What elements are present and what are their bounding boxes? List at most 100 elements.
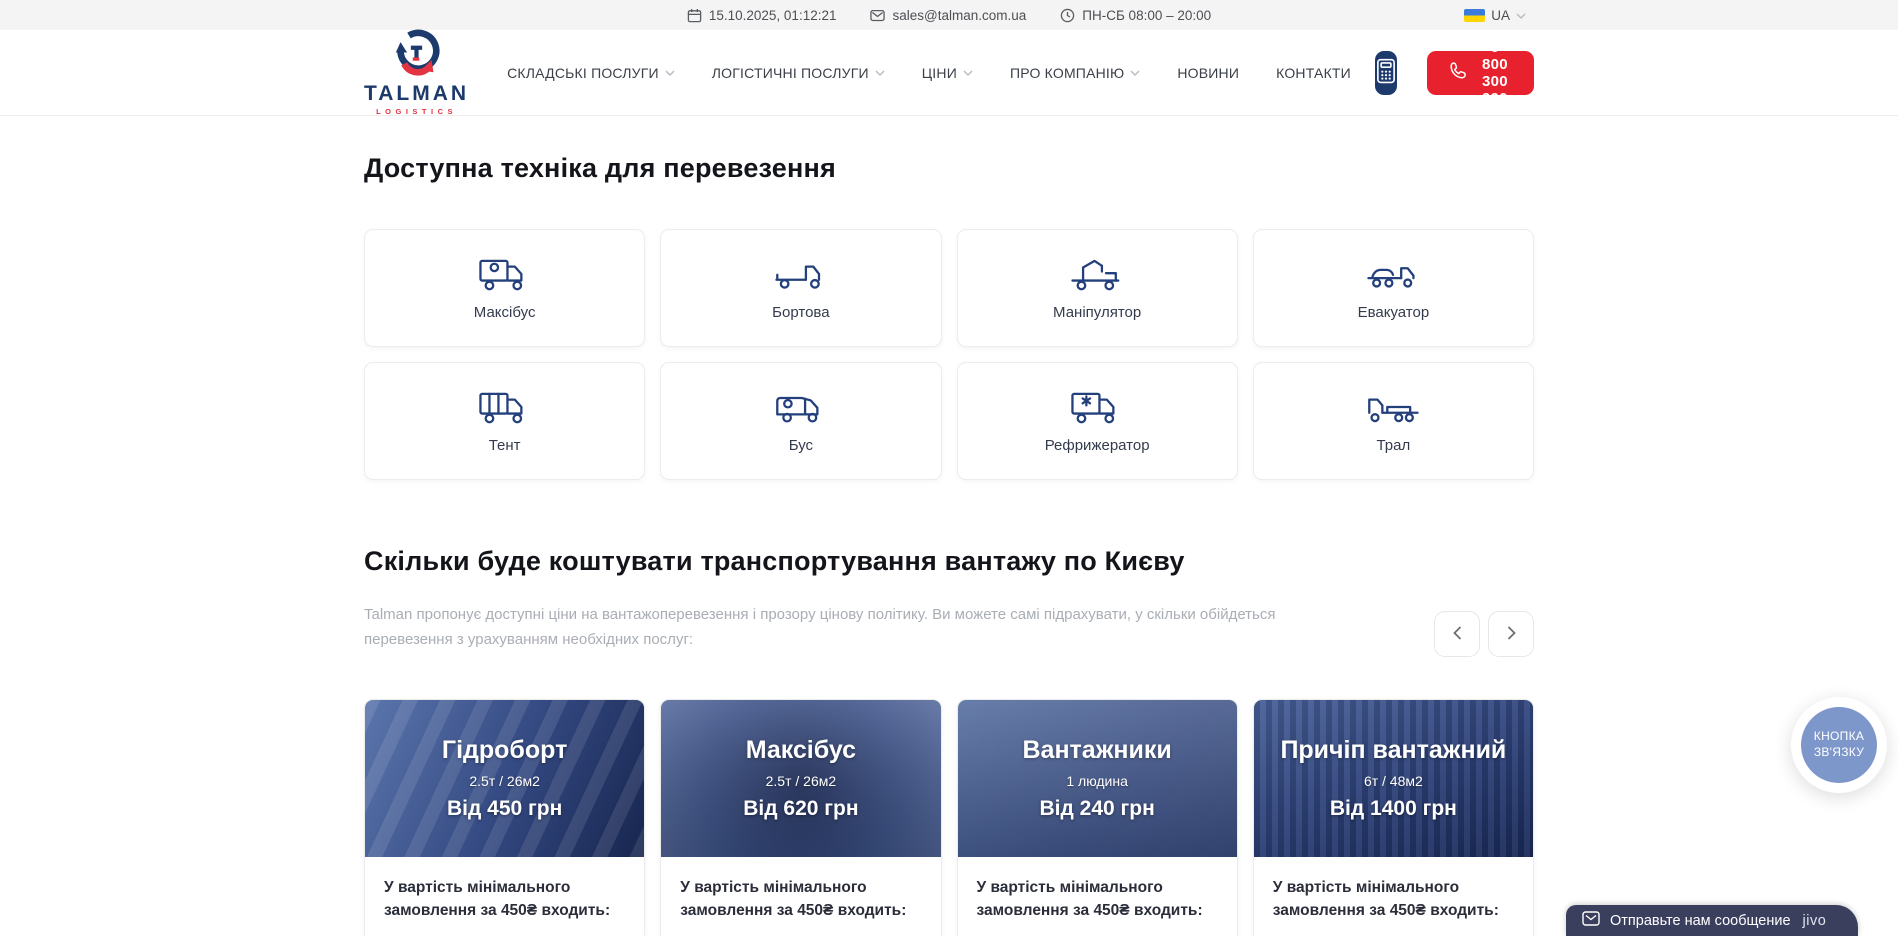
chat-message-label: Отправьте нам сообщение	[1610, 913, 1791, 929]
vehicle-card[interactable]: Тент	[364, 362, 645, 480]
topbar-email[interactable]: sales@talman.com.ua	[870, 8, 1026, 23]
pricing-card-price: Від 240 грн	[1039, 797, 1154, 821]
pricing-card[interactable]: Гідроборт 2.5т / 26м2 Від 450 грн У варт…	[364, 699, 645, 936]
pricing-card-note: У вартість мінімального замовлення за 45…	[1273, 876, 1514, 923]
pricing-card-photo: Гідроборт 2.5т / 26м2 Від 450 грн	[365, 700, 644, 857]
pricing-card-spec: 1 людина	[1066, 773, 1128, 789]
chevron-down-icon	[665, 70, 675, 76]
topbar-datetime-label: 15.10.2025, 01:12:21	[709, 8, 837, 23]
vehicle-card-label: Маніпулятор	[1053, 304, 1141, 321]
main-content: Доступна техніка для перевезення Максібу…	[364, 115, 1534, 936]
pricing-card-spec: 2.5т / 26м2	[766, 773, 837, 789]
chat-widget-bar[interactable]: Отправьте нам сообщение jivo	[1566, 905, 1858, 936]
logo-subtitle: LOGISTICS	[376, 107, 457, 116]
pricing-card[interactable]: Вантажники 1 людина Від 240 грн У вартіс…	[957, 699, 1238, 936]
vehicle-card[interactable]: Рефрижератор	[957, 362, 1238, 480]
main-nav: СКЛАДСЬКІ ПОСЛУГИ ЛОГІСТИЧНІ ПОСЛУГИ ЦІН…	[507, 65, 1351, 81]
vehicle-card-label: Максібус	[474, 304, 536, 321]
tow-truck-icon	[1366, 255, 1420, 293]
nav-item-новини[interactable]: НОВИНИ	[1177, 65, 1239, 81]
phone-icon	[1449, 61, 1468, 84]
chevron-down-icon	[1516, 13, 1526, 19]
topbar: 15.10.2025, 01:12:21 sales@talman.com.ua…	[0, 0, 1898, 30]
pricing-card-note: У вартість мінімального замовлення за 45…	[680, 876, 921, 923]
chevron-down-icon	[1130, 70, 1140, 76]
phone-button[interactable]: 0 800 300 990	[1427, 51, 1534, 95]
box-truck-icon	[478, 255, 532, 293]
vehicle-card[interactable]: Трал	[1253, 362, 1534, 480]
calculator-button[interactable]	[1375, 51, 1397, 95]
fridge-truck-icon	[1070, 388, 1124, 426]
contact-bubble-label: КНОПКАЗВ'ЯЗКУ	[1801, 707, 1877, 783]
calendar-icon	[687, 8, 702, 23]
pricing-carousel-controls	[1434, 611, 1534, 657]
ukraine-flag-icon	[1464, 9, 1485, 22]
carousel-next-button[interactable]	[1488, 611, 1534, 657]
jivo-logo: jivo	[1803, 913, 1827, 929]
nav-item-про-компанію[interactable]: ПРО КОМПАНІЮ	[1010, 65, 1140, 81]
envelope-icon	[1582, 911, 1600, 931]
clock-icon	[1060, 8, 1075, 23]
trailer-truck-icon	[1366, 388, 1420, 426]
chevron-down-icon	[963, 70, 973, 76]
logo[interactable]: TALMAN LOGISTICS	[364, 29, 469, 116]
phone-number-label: 0 800 300 990	[1478, 39, 1512, 107]
pricing-card-spec: 6т / 48м2	[1364, 773, 1423, 789]
pricing-description: Talman пропонує доступні ціни на вантажо…	[364, 603, 1294, 653]
van-icon	[774, 388, 828, 426]
pricing-card[interactable]: Причіп вантажний 6т / 48м2 Від 1400 грн …	[1253, 699, 1534, 936]
vehicle-card[interactable]: Маніпулятор	[957, 229, 1238, 347]
pricing-card-name: Вантажники	[1022, 736, 1171, 765]
pricing-card-price: Від 620 грн	[743, 797, 858, 821]
vehicle-card-label: Рефрижератор	[1045, 437, 1150, 454]
vehicles-section-title: Доступна техніка для перевезення	[364, 115, 1534, 184]
flatbed-truck-icon	[774, 255, 828, 293]
vehicle-card-label: Бус	[789, 437, 813, 454]
vehicle-card[interactable]: Евакуатор	[1253, 229, 1534, 347]
envelope-icon	[870, 8, 885, 23]
topbar-hours: ПН-СБ 08:00 – 20:00	[1060, 8, 1211, 23]
pricing-card-note: У вартість мінімального замовлення за 45…	[384, 876, 625, 923]
logo-title: TALMAN	[364, 83, 469, 104]
nav-item-контакти[interactable]: КОНТАКТИ	[1276, 65, 1351, 81]
vehicle-cards-grid: Максібус Бортова Маніпулятор Евакуатор Т…	[364, 229, 1534, 480]
carousel-prev-button[interactable]	[1434, 611, 1480, 657]
pricing-card-photo: Вантажники 1 людина Від 240 грн	[958, 700, 1237, 857]
tent-truck-icon	[478, 388, 532, 426]
pricing-card-spec: 2.5т / 26м2	[469, 773, 540, 789]
pricing-section-title: Скільки буде коштувати транспортування в…	[364, 546, 1534, 577]
header: TALMAN LOGISTICS СКЛАДСЬКІ ПОСЛУГИ ЛОГІС…	[0, 30, 1898, 115]
pricing-card-name: Причіп вантажний	[1280, 736, 1506, 765]
pricing-card-name: Гідроборт	[442, 736, 567, 765]
pricing-card-photo: Причіп вантажний 6т / 48м2 Від 1400 грн	[1254, 700, 1533, 857]
vehicle-card[interactable]: Максібус	[364, 229, 645, 347]
topbar-datetime: 15.10.2025, 01:12:21	[687, 8, 837, 23]
language-picker[interactable]: UA	[1464, 0, 1526, 30]
pricing-card-note: У вартість мінімального замовлення за 45…	[977, 876, 1218, 923]
nav-item-логістичні-послуги[interactable]: ЛОГІСТИЧНІ ПОСЛУГИ	[712, 65, 885, 81]
vehicle-card[interactable]: Бортова	[660, 229, 941, 347]
contact-bubble-button[interactable]: КНОПКАЗВ'ЯЗКУ	[1791, 697, 1887, 793]
chevron-down-icon	[875, 70, 885, 76]
calculator-icon	[1375, 58, 1397, 87]
topbar-hours-label: ПН-СБ 08:00 – 20:00	[1082, 8, 1211, 23]
chevron-left-icon	[1453, 626, 1462, 643]
nav-item-складські-послуги[interactable]: СКЛАДСЬКІ ПОСЛУГИ	[507, 65, 675, 81]
pricing-card-price: Від 450 грн	[447, 797, 562, 821]
chevron-right-icon	[1507, 626, 1516, 643]
vehicle-card[interactable]: Бус	[660, 362, 941, 480]
pricing-card-name: Максібус	[746, 736, 856, 765]
talman-emblem-icon	[393, 29, 440, 81]
language-label: UA	[1491, 8, 1510, 23]
vehicle-card-label: Трал	[1376, 437, 1410, 454]
topbar-email-label: sales@talman.com.ua	[892, 8, 1026, 23]
pricing-card[interactable]: Максібус 2.5т / 26м2 Від 620 грн У варті…	[660, 699, 941, 936]
pricing-card-price: Від 1400 грн	[1330, 797, 1457, 821]
pricing-card-photo: Максібус 2.5т / 26м2 Від 620 грн	[661, 700, 940, 857]
vehicle-card-label: Бортова	[772, 304, 829, 321]
vehicle-card-label: Евакуатор	[1358, 304, 1430, 321]
nav-item-ціни[interactable]: ЦІНИ	[922, 65, 973, 81]
pricing-cards-grid: Гідроборт 2.5т / 26м2 Від 450 грн У варт…	[364, 699, 1534, 936]
vehicle-card-label: Тент	[489, 437, 521, 454]
crane-truck-icon	[1070, 255, 1124, 293]
